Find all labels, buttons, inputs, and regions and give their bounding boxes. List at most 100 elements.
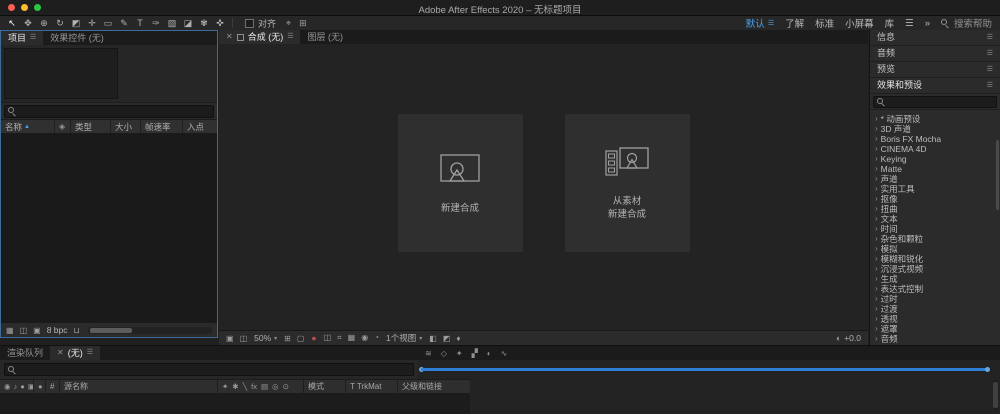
panel-menu-icon[interactable]: ☰	[87, 346, 93, 360]
mask-visibility-icon[interactable]: ▢	[297, 334, 305, 343]
fx-icon[interactable]: fx	[251, 382, 257, 391]
frame-blend-icon[interactable]: ▞	[472, 349, 478, 358]
workspace-tab-standard[interactable]: 标准	[815, 16, 834, 30]
brush-tool-icon[interactable]: ✑	[148, 16, 164, 30]
collapsed-panel-header[interactable]: 音频 ☰	[870, 46, 1000, 62]
bit-depth-button[interactable]: 8 bpc	[47, 325, 68, 335]
project-search-input[interactable]	[4, 104, 214, 118]
effects-category[interactable]: › * 动画预设	[870, 114, 1000, 124]
time-navigator-bar[interactable]	[421, 368, 988, 371]
clone-stamp-tool-icon[interactable]: ▨	[164, 16, 180, 30]
trash-icon[interactable]: ⊔	[73, 326, 79, 335]
panel-menu-icon[interactable]: ☰	[987, 62, 993, 77]
effects-category[interactable]: › 实用工具	[870, 184, 1000, 194]
selection-tool-icon[interactable]: ↖	[4, 16, 20, 30]
effects-category[interactable]: › 遮罩	[870, 324, 1000, 334]
chevron-right-icon[interactable]: ›	[875, 234, 878, 244]
tab-project[interactable]: 项目 ☰	[1, 31, 44, 45]
motion-blur-icon[interactable]: ◐	[487, 349, 492, 358]
effects-category[interactable]: › Matte	[870, 164, 1000, 174]
effects-category[interactable]: › 杂色和颗粒	[870, 234, 1000, 244]
column-framerate[interactable]: 帧速率	[141, 120, 183, 133]
effects-category[interactable]: › 扭曲	[870, 204, 1000, 214]
audio-icon[interactable]: ♪	[14, 382, 18, 391]
timeline-search-input[interactable]	[4, 363, 414, 376]
workspace-tab-default[interactable]: 默认 ☰	[746, 16, 774, 30]
resolution-icon[interactable]: ◫	[324, 333, 332, 343]
tab-render-queue[interactable]: 渲染队列	[0, 346, 50, 360]
chevron-right-icon[interactable]: ›	[875, 224, 878, 234]
vertical-scrollbar[interactable]	[993, 380, 998, 410]
snapshot-icon[interactable]: ▣	[226, 334, 234, 343]
tab-timeline-comp[interactable]: ✕ (无) ☰	[50, 346, 100, 360]
chevron-right-icon[interactable]: ›	[875, 124, 878, 134]
column-name[interactable]: 名称 ▲	[1, 120, 55, 133]
chevron-right-icon[interactable]: ›	[875, 164, 878, 174]
chevron-right-icon[interactable]: ›	[875, 284, 878, 294]
show-snapshot-icon[interactable]: ◫	[240, 334, 248, 343]
new-composition-icon[interactable]: ▣	[33, 326, 41, 335]
chevron-right-icon[interactable]: ›	[875, 134, 878, 144]
pixel-aspect-icon[interactable]: ◧	[429, 334, 437, 343]
tab-effect-controls[interactable]: 效果控件 (无)	[43, 31, 111, 45]
effects-category[interactable]: › 模糊和锐化	[870, 254, 1000, 264]
grid-options-icon[interactable]: ⊞	[299, 18, 307, 29]
exposure-control[interactable]: ◐ +0.0	[836, 333, 861, 343]
zoom-tool-icon[interactable]: ⊕	[36, 16, 52, 30]
new-composition-from-footage-button[interactable]: 从素材 新建合成	[564, 114, 690, 252]
column-label[interactable]: ◈	[55, 120, 71, 133]
column-parent-link[interactable]: 父级和链接	[398, 380, 470, 393]
chevron-right-icon[interactable]: ›	[875, 274, 878, 284]
solo-icon[interactable]: ●	[20, 382, 25, 391]
effects-category[interactable]: › 过渡	[870, 304, 1000, 314]
tab-composition[interactable]: ✕ 合成 (无) ☰	[219, 30, 301, 44]
snap-checkbox[interactable]	[245, 18, 254, 28]
workspace-tab-libraries[interactable]: 库	[885, 16, 895, 30]
horizontal-scrollbar[interactable]	[87, 326, 212, 334]
scrollbar-thumb[interactable]	[993, 382, 998, 408]
panel-menu-icon[interactable]: ☰	[987, 46, 993, 61]
effects-category[interactable]: › 抠像	[870, 194, 1000, 204]
effects-category[interactable]: › 3D 声道	[870, 124, 1000, 134]
pen-tool-icon[interactable]: ✎	[116, 16, 132, 30]
workspace-tab-learn[interactable]: 了解	[785, 16, 804, 30]
region-of-interest-icon[interactable]: ⌗	[337, 333, 342, 343]
chevron-right-icon[interactable]: ›	[875, 244, 878, 254]
type-tool-icon[interactable]: T	[132, 16, 148, 30]
shape-tool-icon[interactable]: ▭	[100, 16, 116, 30]
effects-presets-header[interactable]: 效果和预设 ☰	[870, 78, 1000, 94]
effects-category[interactable]: › 透视	[870, 314, 1000, 324]
new-composition-button[interactable]: 新建合成	[397, 114, 523, 252]
collapsed-panel-header[interactable]: 信息 ☰	[870, 30, 1000, 46]
effects-category[interactable]: › 沉浸式视频	[870, 264, 1000, 274]
project-item-list[interactable]	[1, 134, 217, 322]
effects-category[interactable]: › 生成	[870, 274, 1000, 284]
shy-icon[interactable]: ✦	[222, 382, 228, 391]
effects-category[interactable]: › 时间	[870, 224, 1000, 234]
chevron-right-icon[interactable]: ›	[875, 314, 878, 324]
panel-menu-icon[interactable]: ☰	[987, 30, 993, 45]
close-icon[interactable]: ✕	[57, 346, 64, 360]
vertical-scrollbar[interactable]	[996, 140, 999, 210]
graph-editor-icon[interactable]: ∿	[501, 349, 508, 358]
effects-category[interactable]: › Boris FX Mocha	[870, 134, 1000, 144]
panel-menu-icon[interactable]: ☰	[287, 30, 293, 44]
column-mode[interactable]: 模式	[304, 380, 346, 393]
effects-search-input[interactable]	[873, 95, 997, 108]
column-inpoint[interactable]: 入点	[183, 120, 217, 133]
pan-behind-tool-icon[interactable]: ✛	[84, 16, 100, 30]
effects-category[interactable]: › Keying	[870, 154, 1000, 164]
puppet-pin-tool-icon[interactable]: ✜	[212, 16, 228, 30]
workspace-menu-icon[interactable]: ☰	[768, 19, 774, 27]
column-type[interactable]: 类型	[71, 120, 111, 133]
chevron-right-icon[interactable]: ›	[875, 264, 878, 274]
panel-menu-icon[interactable]: ☰	[987, 78, 993, 93]
view-layout-dropdown[interactable]: 1个视图 ▾	[386, 332, 422, 344]
rotation-tool-icon[interactable]: ↻	[52, 16, 68, 30]
hand-tool-icon[interactable]: ✥	[20, 16, 36, 30]
collapsed-panel-header[interactable]: 预览 ☰	[870, 62, 1000, 78]
quality-icon[interactable]: ╲	[243, 382, 248, 391]
panel-menu-icon[interactable]: ☰	[30, 31, 36, 45]
transparency-grid-icon[interactable]: ▦	[348, 333, 356, 343]
show-channel-icon[interactable]: ●	[311, 333, 316, 343]
